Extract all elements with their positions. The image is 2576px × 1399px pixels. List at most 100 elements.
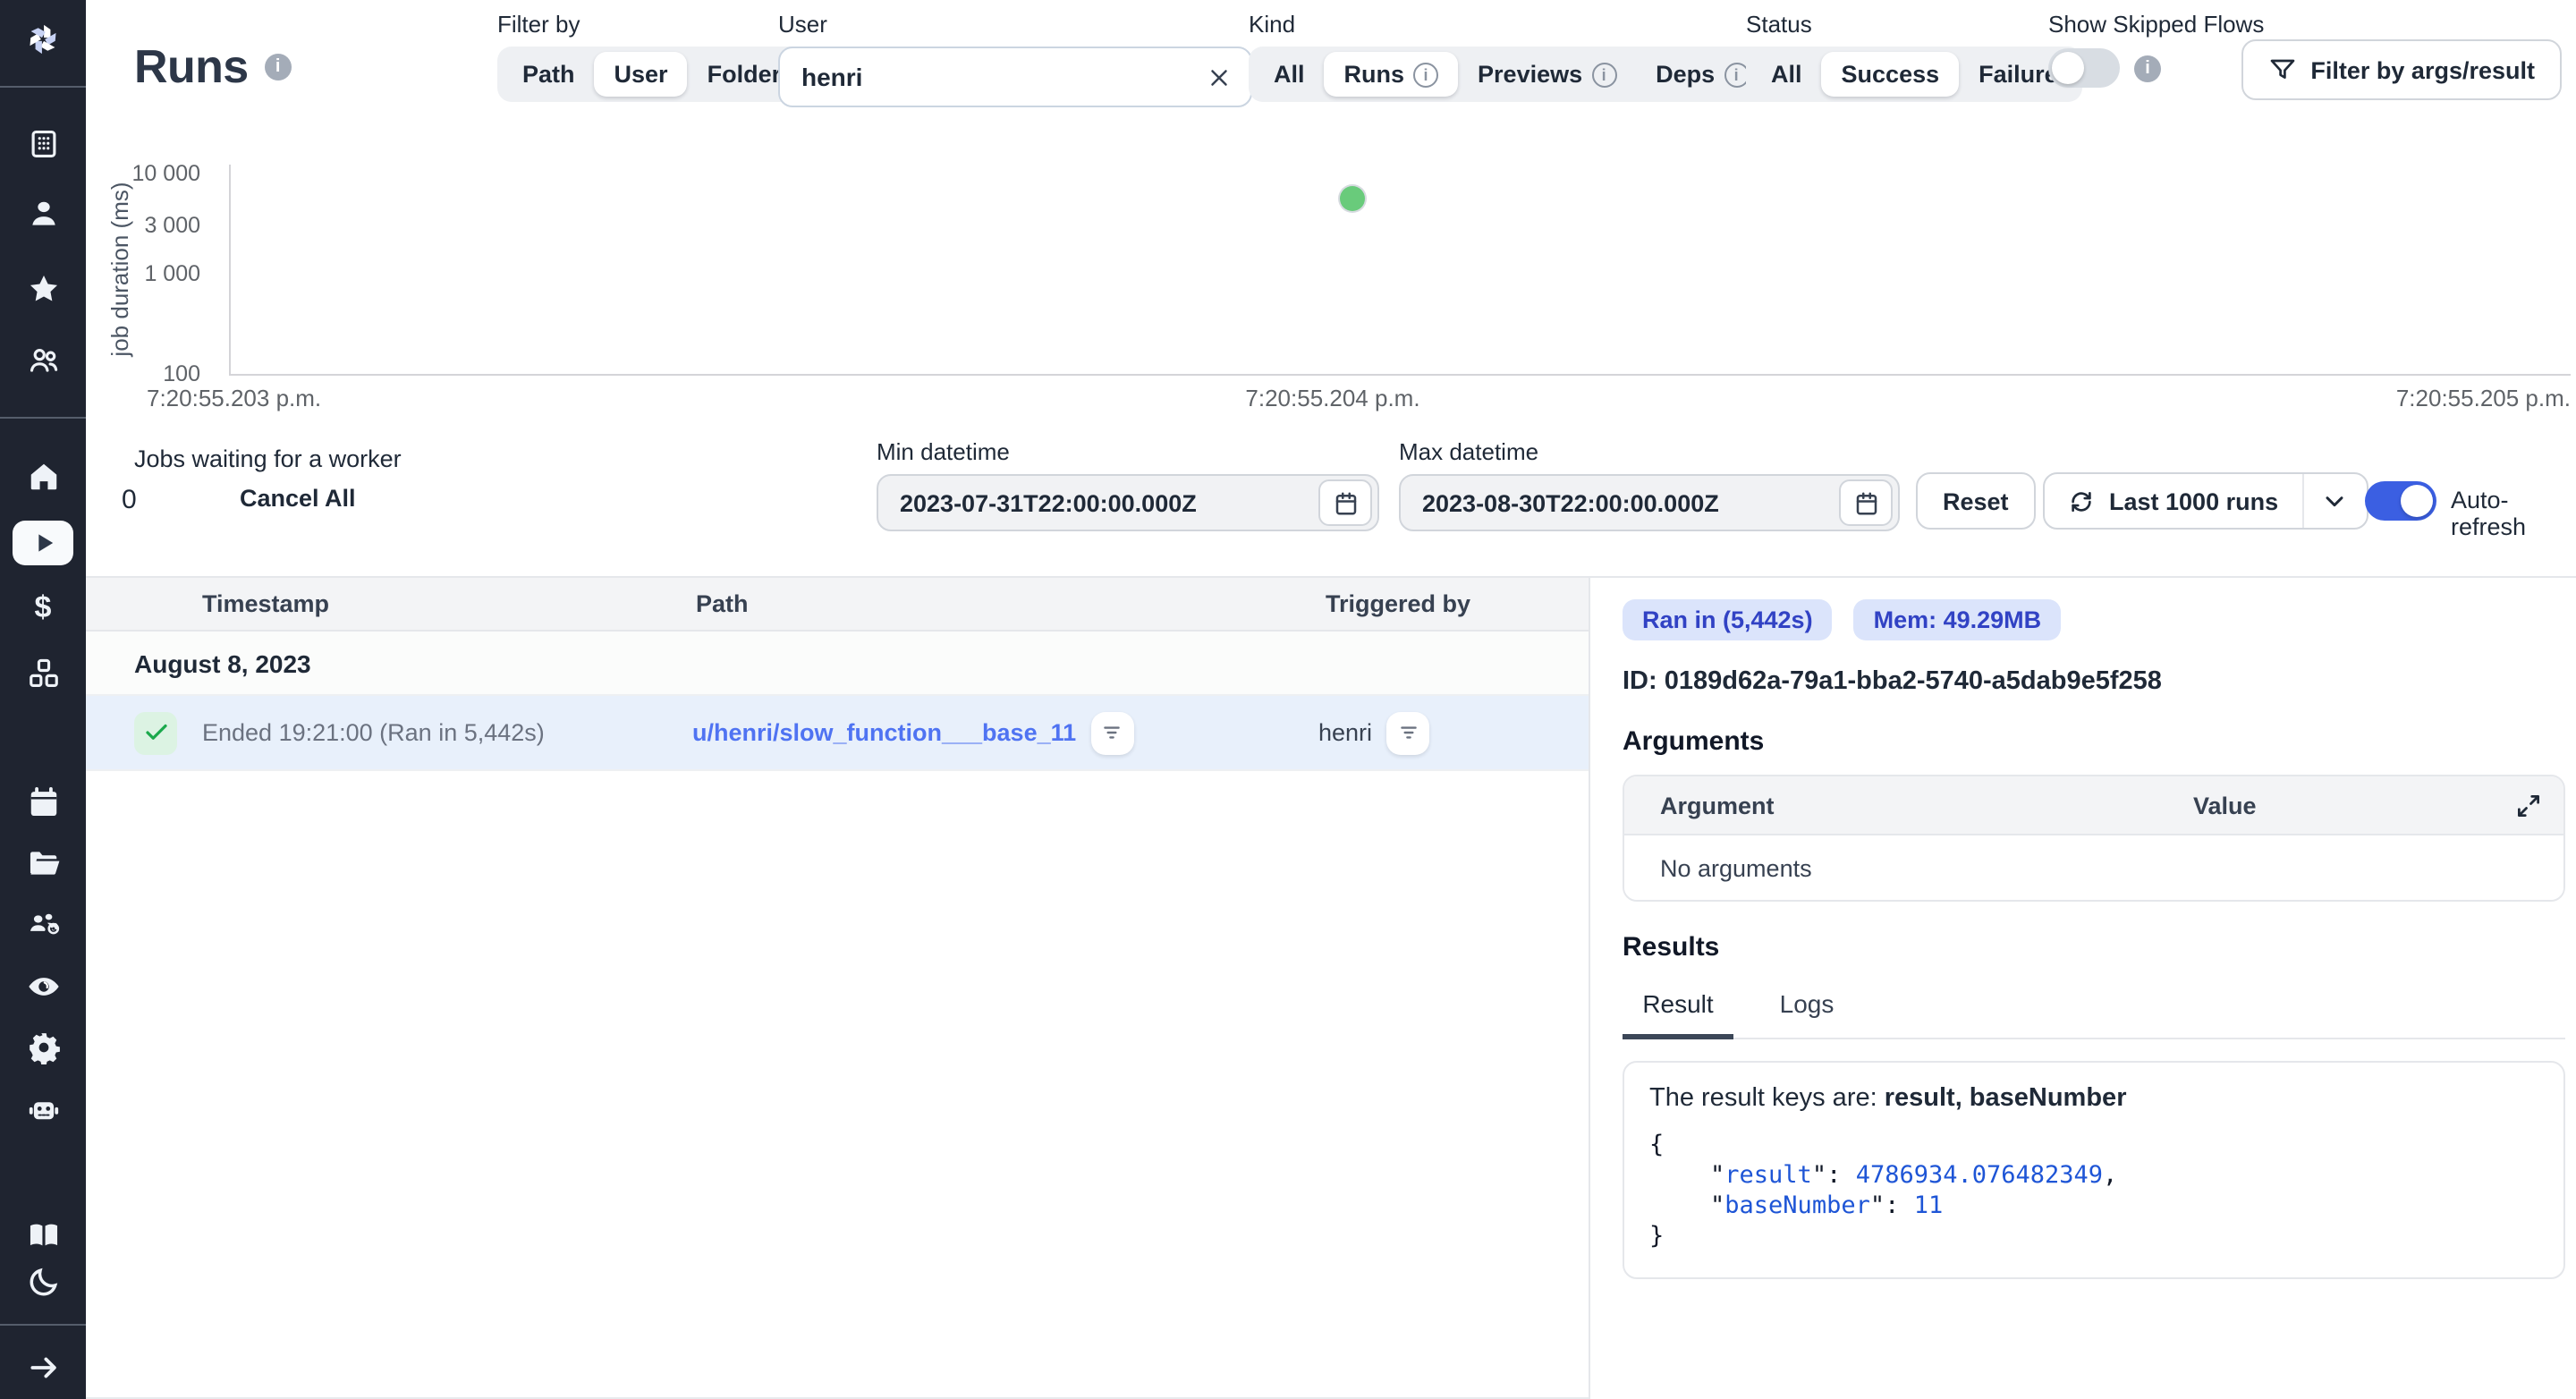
resources-cubes-icon[interactable] [21,651,64,694]
arguments-table: Argument Value No arguments [1623,775,2565,902]
groups-icon[interactable] [21,338,64,381]
results-tabs: Result Logs [1623,979,2565,1039]
min-datetime-input[interactable] [900,489,1318,516]
expand-arguments-icon[interactable] [2515,792,2563,818]
result-summary: The result keys are: result, baseNumber [1649,1084,2538,1113]
filter-args-result-button[interactable]: Filter by args/result [2241,39,2562,100]
max-datetime-calendar-icon[interactable] [1839,479,1893,526]
kind-label: Kind [1249,11,1774,38]
runs-page: $ [0,0,2576,1399]
favorites-star-icon[interactable] [21,267,64,309]
kind-all-button[interactable]: All [1254,52,1325,97]
kind-runs-info-icon[interactable]: i [1413,62,1438,87]
cancel-all-button[interactable]: Cancel All [240,485,356,512]
result-box: The result keys are: result, baseNumber … [1623,1061,2565,1279]
ytick-100: 100 [86,361,200,386]
workspace-icon[interactable] [21,122,64,165]
ytick-1000: 1 000 [86,261,200,286]
memory-badge: Mem: 49.29MB [1854,599,2062,640]
show-skipped-toggle[interactable] [2048,48,2120,88]
audit-eye-icon[interactable] [21,964,64,1007]
tab-result[interactable]: Result [1623,979,1733,1039]
reset-button[interactable]: Reset [1916,472,2036,530]
queue-count: 0 [122,485,137,515]
collapse-arrow-icon[interactable] [21,1345,64,1388]
bottom-section: Timestamp Path Triggered by August 8, 20… [86,576,2576,1399]
funnel-icon [2267,55,2296,84]
queue-label: Jobs waiting for a worker [134,445,402,472]
tab-logs[interactable]: Logs [1762,979,1852,1038]
arguments-title: Arguments [1623,726,2565,757]
docs-book-icon[interactable] [21,1213,64,1256]
chart-x-axis [229,374,2571,376]
result-json: { "result": 4786934.076482349, "baseNumb… [1649,1131,2538,1252]
home-icon[interactable] [21,454,64,497]
filter-by-label: Filter by [497,11,806,38]
sidebar-divider [0,1324,86,1326]
col-path: Path [682,590,1311,617]
run-detail-panel: Ran in (5,442s) Mem: 49.29MB ID: 0189d62… [1590,578,2576,1399]
kind-previews-button[interactable]: Previewsi [1458,52,1636,97]
filter-by-path-button[interactable]: Path [503,52,595,97]
dark-mode-moon-icon[interactable] [21,1259,64,1302]
run-data-point[interactable] [1340,186,1365,211]
last-runs-button[interactable]: Last 1000 runs [2045,474,2301,528]
folders-icon[interactable] [21,841,64,884]
user-filter-label: User [778,11,1252,38]
col-timestamp: Timestamp [86,590,682,617]
min-datetime-field [877,474,1379,531]
run-path-link[interactable]: u/henri/slow_function___base_11 [692,719,1076,746]
show-skipped-label: Show Skipped Flows [2048,11,2264,38]
no-arguments-row: No arguments [1624,834,2563,900]
success-check-icon [134,711,177,754]
status-segmented: All Success Failure [1746,47,2083,102]
refresh-icon [2068,488,2095,514]
kind-previews-info-icon[interactable]: i [1591,62,1616,87]
run-row[interactable]: Ended 19:21:00 (Ran in 5,442s) u/henri/s… [86,696,1589,771]
max-datetime-input[interactable] [1422,489,1839,516]
show-skipped-info-icon[interactable]: i [2134,55,2161,81]
status-success-button[interactable]: Success [1822,52,1960,97]
schedules-calendar-icon[interactable] [21,780,64,823]
sidebar: $ [0,0,86,1399]
col-triggered-by: Triggered by [1311,590,1589,617]
chart-y-axis [229,165,231,374]
value-column-header: Value [2193,792,2515,818]
user-icon[interactable] [21,191,64,234]
user-filter-input[interactable] [801,63,1206,91]
argument-column-header: Argument [1624,792,2193,818]
runs-play-icon[interactable] [13,521,73,565]
xtick-center: 7:20:55.204 p.m. [1225,385,1440,411]
workers-robot-icon[interactable] [21,1088,64,1131]
workers-group-icon[interactable] [21,902,64,945]
status-all-button[interactable]: All [1751,52,1822,97]
filter-by-user-icon[interactable] [1386,711,1429,754]
date-group-row: August 8, 2023 [86,632,1589,696]
xtick-right: 7:20:55.205 p.m. [2396,385,2571,411]
filter-by-path-icon[interactable] [1090,711,1133,754]
max-datetime-field [1399,474,1900,531]
clear-user-icon[interactable] [1206,64,1233,90]
run-triggered-by: henri [1318,719,1372,746]
results-title: Results [1623,932,2565,962]
min-datetime-calendar-icon[interactable] [1318,479,1372,526]
last-runs-split-button: Last 1000 runs [2043,472,2368,530]
billing-dollar-icon[interactable]: $ [21,587,64,630]
ytick-10000: 10 000 [86,161,200,186]
windmill-logo-icon[interactable] [21,18,64,61]
ran-in-badge: Ran in (5,442s) [1623,599,1833,640]
last-runs-dropdown-button[interactable] [2301,474,2366,528]
auto-refresh-label: Auto-refresh [2451,487,2576,540]
chevron-down-icon [2320,487,2349,515]
auto-refresh-toggle[interactable] [2365,481,2436,521]
runs-info-icon[interactable]: i [265,54,292,81]
run-timestamp: Ended 19:21:00 (Ran in 5,442s) [202,719,545,746]
settings-gear-icon[interactable] [21,1025,64,1068]
duration-chart: job duration (ms) 10 000 3 000 1 000 100… [86,152,2576,420]
kind-segmented: All Runsi Previewsi Depsi [1249,47,1774,102]
filter-by-user-button[interactable]: User [595,52,688,97]
max-datetime-label: Max datetime [1399,438,1900,465]
kind-deps-info-icon[interactable]: i [1724,62,1749,87]
kind-runs-button[interactable]: Runsi [1325,52,1459,97]
filter-by-segmented: Path User Folder [497,47,806,102]
